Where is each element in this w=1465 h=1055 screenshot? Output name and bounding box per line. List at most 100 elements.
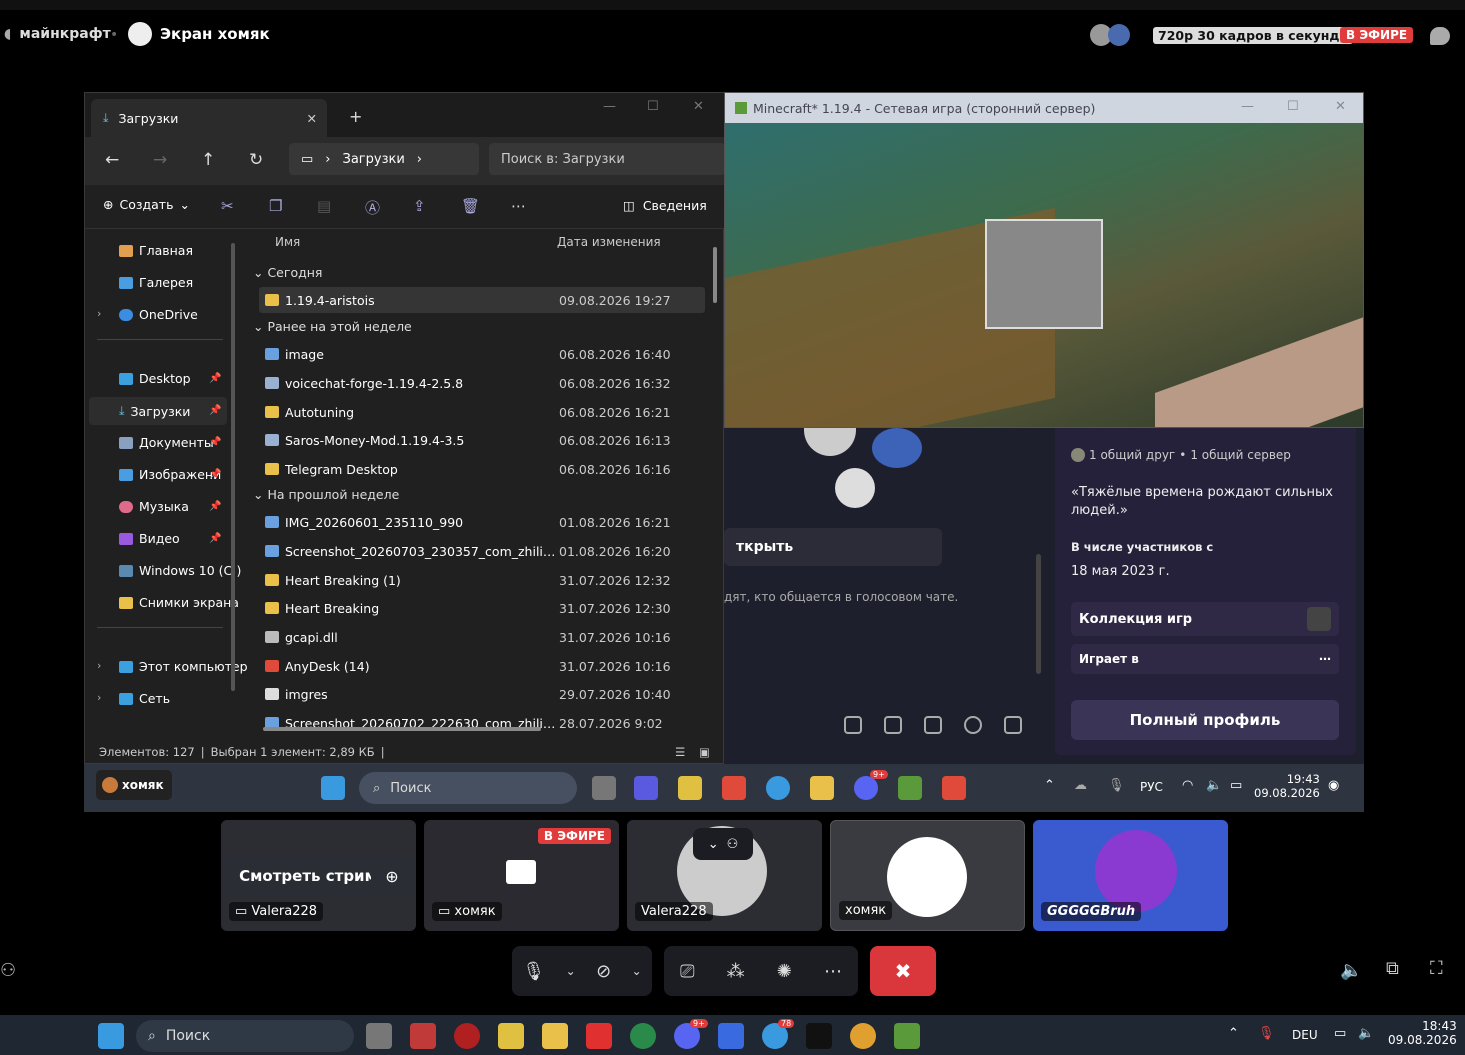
recorder-icon[interactable] bbox=[410, 1023, 436, 1049]
sticker-icon[interactable] bbox=[924, 716, 942, 734]
participant-tile[interactable]: хомяк bbox=[830, 820, 1025, 931]
anydesk-icon[interactable] bbox=[722, 776, 746, 800]
chevron-down-icon[interactable]: ⌄ bbox=[632, 964, 642, 978]
sidebar-item-this-pc[interactable]: Этот компьютер bbox=[119, 659, 248, 674]
details-button[interactable]: ◫ Сведения bbox=[623, 198, 707, 213]
tiktok-icon[interactable] bbox=[806, 1023, 832, 1049]
sidebar-item-onedrive[interactable]: OneDrive bbox=[119, 307, 198, 322]
participant-tile[interactable]: В ЭФИРЕ ▭ хомяк bbox=[424, 820, 619, 931]
windows-icon[interactable] bbox=[98, 1023, 124, 1049]
tiles-view-icon[interactable]: ▣ bbox=[699, 745, 710, 759]
up-icon[interactable]: ↑ bbox=[201, 150, 215, 170]
language-indicator[interactable]: DEU bbox=[1292, 1028, 1318, 1042]
sidebar-item-screenshots[interactable]: Снимки экрана bbox=[119, 595, 239, 610]
emoji-icon[interactable] bbox=[964, 716, 982, 734]
language-indicator[interactable]: РУС bbox=[1140, 780, 1163, 794]
more-icon[interactable]: ⋯ bbox=[511, 197, 526, 215]
list-item[interactable]: Saros-Money-Mod.1.19.4-3.5 06.08.2026 16:… bbox=[259, 427, 705, 453]
apps-icon[interactable] bbox=[1004, 716, 1022, 734]
channel-name[interactable]: ◖ майнкрафт bbox=[4, 26, 111, 42]
sidebar-item-gallery[interactable]: Галерея bbox=[119, 275, 193, 290]
search-input[interactable]: ⌕ Поиск bbox=[136, 1020, 354, 1052]
column-date[interactable]: Дата изменения bbox=[557, 235, 661, 249]
maximize-icon[interactable]: ☐ bbox=[647, 99, 659, 114]
chevron-right-icon[interactable]: › bbox=[97, 691, 101, 704]
horizontal-scrollbar[interactable] bbox=[263, 727, 541, 731]
chevron-up-icon[interactable]: ⌃ bbox=[1044, 778, 1055, 793]
list-item[interactable]: voicechat-forge-1.19.4-2.5.8 06.08.2026 1… bbox=[259, 370, 705, 396]
microphone-icon[interactable]: 🎙 bbox=[1258, 1026, 1275, 1041]
open-button[interactable]: ткрыть bbox=[724, 528, 942, 566]
minimize-icon[interactable]: — bbox=[603, 99, 616, 114]
windows-icon[interactable] bbox=[321, 776, 345, 800]
sidebar-item-videos[interactable]: Видео bbox=[119, 531, 180, 546]
group-this-week[interactable]: ⌄ Ранее на этой неделе bbox=[253, 319, 412, 334]
maximize-icon[interactable]: ☐ bbox=[1287, 99, 1299, 114]
volume-icon[interactable]: 🔈 bbox=[1340, 960, 1362, 981]
gift-icon[interactable] bbox=[844, 716, 862, 734]
rename-icon[interactable]: Ⓐ bbox=[365, 197, 380, 218]
explorer-icon[interactable] bbox=[542, 1023, 568, 1049]
sidebar-item-music[interactable]: Музыка bbox=[119, 499, 189, 514]
sidebar-item-documents[interactable]: Документы bbox=[119, 435, 214, 450]
utorrent-icon[interactable] bbox=[630, 1023, 656, 1049]
teams-icon[interactable] bbox=[634, 776, 658, 800]
network-icon[interactable]: ▭ bbox=[1334, 1026, 1346, 1041]
battery-icon[interactable]: ▭ bbox=[1230, 778, 1242, 793]
wifi-icon[interactable]: ◠ bbox=[1182, 778, 1193, 793]
chevron-right-icon[interactable]: › bbox=[97, 659, 101, 672]
participant-tile[interactable]: GGGGGBruh bbox=[1033, 820, 1228, 931]
screen-share-icon[interactable]: ⎚ bbox=[680, 961, 694, 982]
close-icon[interactable]: ✕ bbox=[693, 99, 704, 114]
group-last-week[interactable]: ⌄ На прошлой неделе bbox=[253, 487, 399, 502]
sidebar-item-home[interactable]: Главная bbox=[119, 243, 193, 258]
sidebar-scrollbar[interactable] bbox=[231, 243, 235, 691]
share-icon[interactable]: ⇪ bbox=[413, 197, 426, 215]
delete-icon[interactable]: 🗑 bbox=[461, 197, 480, 215]
chat-icon[interactable] bbox=[1430, 27, 1450, 45]
app-icon[interactable] bbox=[718, 1023, 744, 1049]
volume-icon[interactable]: 🔈 bbox=[1358, 1026, 1374, 1041]
cut-icon[interactable]: ✂ bbox=[221, 197, 234, 215]
discord-icon[interactable] bbox=[854, 776, 878, 800]
sidebar-item-downloads[interactable]: ⤓ Загрузки bbox=[119, 403, 190, 419]
more-icon[interactable]: ⋯ bbox=[824, 961, 842, 982]
sidebar-item-network[interactable]: Сеть bbox=[119, 691, 170, 706]
chevron-right-icon[interactable]: › bbox=[97, 307, 101, 320]
microphone-icon[interactable]: 🎙 bbox=[522, 961, 545, 982]
sidebar-item-desktop[interactable]: Desktop bbox=[119, 371, 191, 386]
list-item[interactable]: Heart Breaking (1) 31.07.2026 12:32 bbox=[259, 567, 705, 593]
volume-icon[interactable]: 🔈 bbox=[1206, 778, 1222, 793]
clock[interactable]: 19:43 09.08.2026 bbox=[1254, 772, 1320, 800]
watch-stream-button[interactable]: Смотреть стрим bbox=[223, 856, 393, 896]
camera-off-icon[interactable]: ⊘ bbox=[596, 961, 611, 982]
list-item[interactable]: Screenshot_20260703_230357_com_zhiliaoap… bbox=[259, 538, 705, 564]
refresh-icon[interactable]: ↻ bbox=[249, 150, 263, 170]
scrollbar[interactable] bbox=[1036, 554, 1041, 674]
sidebar-item-drive-c[interactable]: Windows 10 (C:) bbox=[119, 563, 241, 578]
microphone-icon[interactable]: 🎙 bbox=[1108, 778, 1125, 793]
fullscreen-icon[interactable]: ⛶ bbox=[1430, 958, 1443, 979]
address-bar[interactable]: ▭ › Загрузки › bbox=[289, 143, 479, 175]
list-item[interactable]: gcapi.dll 31.07.2026 10:16 bbox=[259, 624, 705, 650]
close-tab-icon[interactable]: ✕ bbox=[307, 111, 317, 126]
search-input[interactable]: Поиск в: Загрузки bbox=[489, 143, 725, 175]
back-icon[interactable]: ← bbox=[105, 150, 119, 170]
anydesk-icon[interactable] bbox=[942, 776, 966, 800]
add-people-icon[interactable]: ⚇ bbox=[0, 960, 16, 981]
clock[interactable]: 18:43 09.08.2026 bbox=[1388, 1019, 1457, 1047]
collapse-button[interactable]: ⌄ ⚇ bbox=[693, 828, 753, 860]
chevron-up-icon[interactable]: ⌃ bbox=[1228, 1026, 1239, 1041]
search-input[interactable]: ⌕ Поиск bbox=[359, 772, 577, 804]
participant-tile[interactable]: ⌄ ⚇ Valera228 bbox=[627, 820, 822, 931]
soundboard-icon[interactable]: ✺ bbox=[777, 961, 792, 982]
create-button[interactable]: ⊕ Создать ⌄ bbox=[103, 197, 190, 212]
list-item[interactable]: 1.19.4-aristois 09.08.2026 19:27 bbox=[259, 287, 705, 313]
store-icon[interactable] bbox=[498, 1023, 524, 1049]
minecraft-icon[interactable] bbox=[894, 1023, 920, 1049]
task-view-icon[interactable] bbox=[366, 1023, 392, 1049]
forward-icon[interactable]: → bbox=[153, 150, 167, 170]
list-item[interactable]: IMG_20260601_235110_990 01.08.2026 16:21 bbox=[259, 509, 705, 535]
wps-icon[interactable] bbox=[586, 1023, 612, 1049]
full-profile-button[interactable]: Полный профиль bbox=[1071, 700, 1339, 740]
